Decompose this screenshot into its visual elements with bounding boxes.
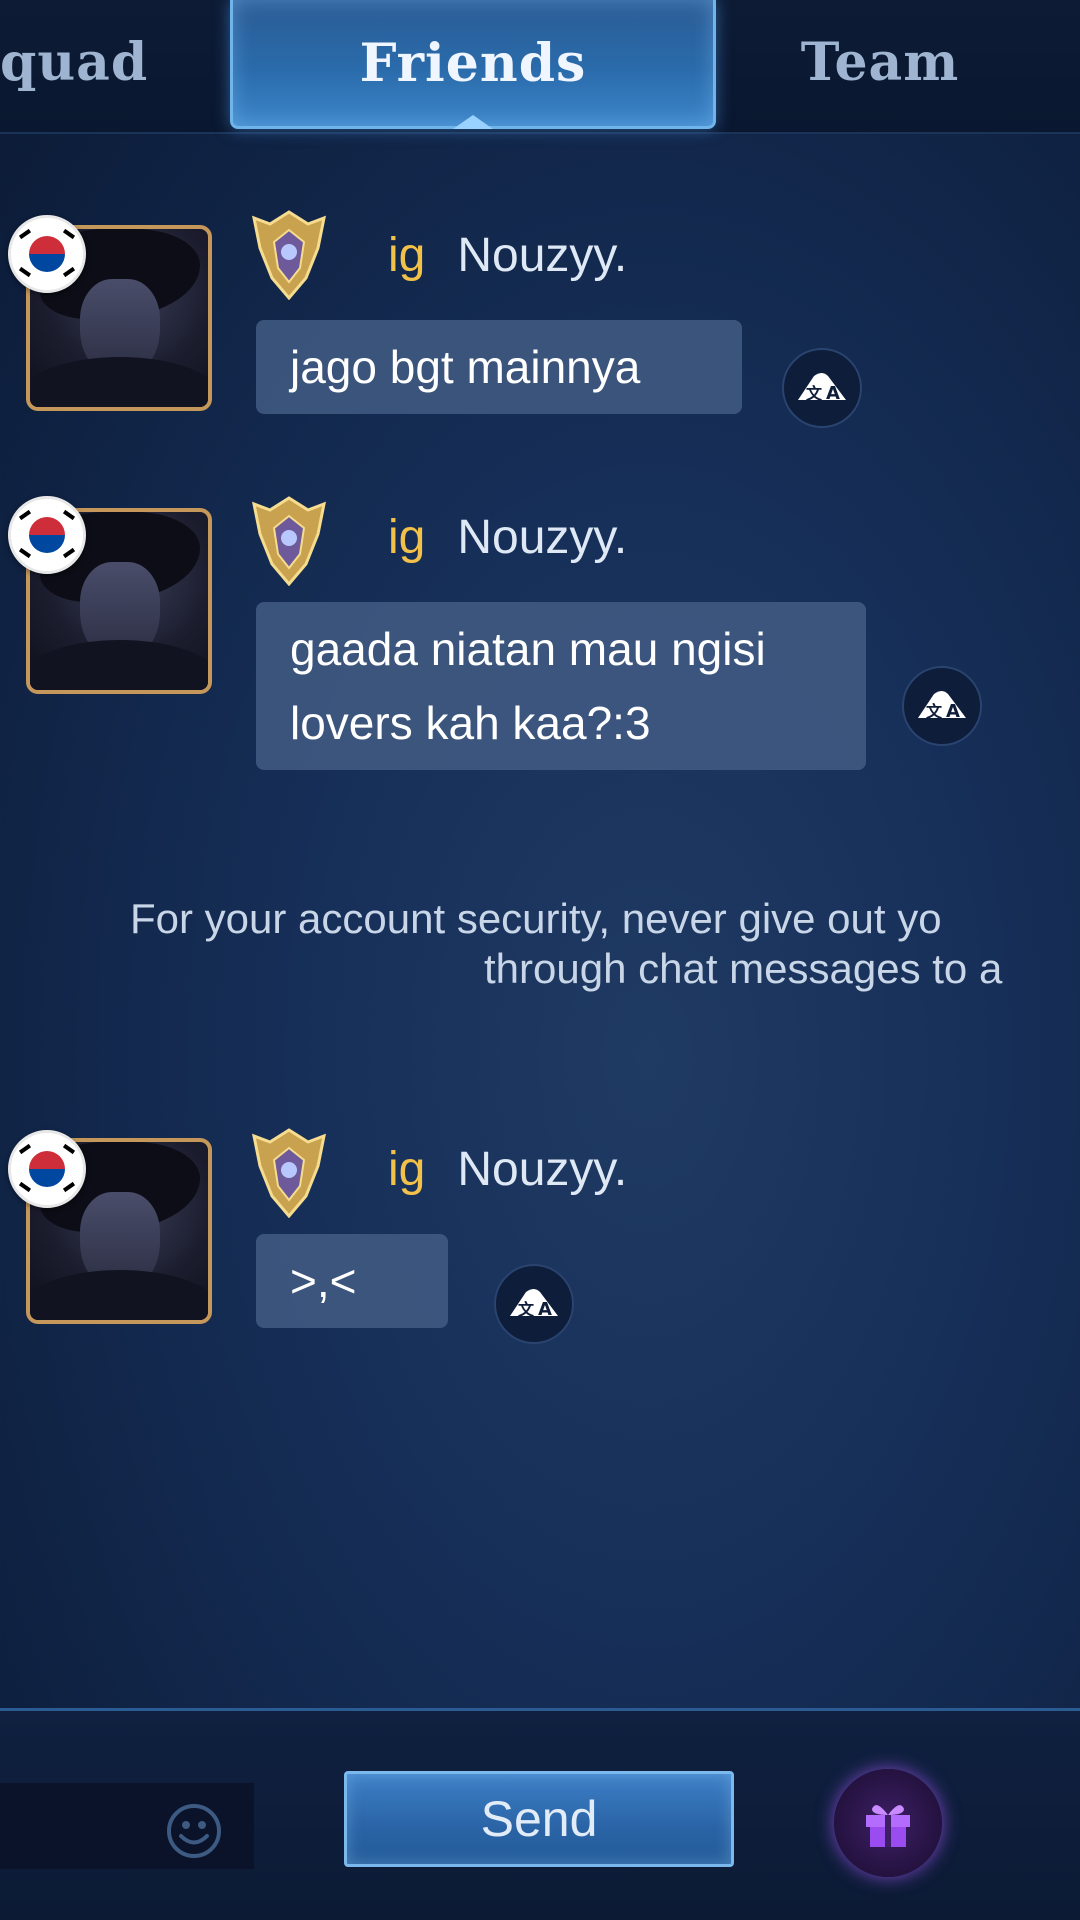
svg-text:文: 文 xyxy=(518,1300,535,1319)
message-text-line: lovers kah kaa?:3 xyxy=(290,697,651,749)
south-korea-flag-icon xyxy=(8,1130,86,1208)
message-bubble: jago bgt mainnya xyxy=(256,320,742,414)
svg-text:文: 文 xyxy=(926,702,943,721)
sender-name[interactable]: Nouzyy. xyxy=(457,511,627,564)
tab-squad[interactable]: quad xyxy=(0,0,200,124)
svg-text:A: A xyxy=(538,1299,552,1320)
message-bubble: gaada niatan mau ngisi lovers kah kaa?:3 xyxy=(256,602,866,770)
svg-text:A: A xyxy=(826,383,840,404)
message-text: jago bgt mainnya xyxy=(290,341,641,393)
translate-icon: 文 A xyxy=(798,373,846,404)
sender-prefix: ig xyxy=(388,511,426,564)
tab-bar: quad Friends Team xyxy=(0,0,1080,134)
svg-text:文: 文 xyxy=(806,384,823,403)
chat-message: ig Nouzyy. gaada niatan mau ngisi lovers … xyxy=(0,490,1080,780)
tab-friends-label: Friends xyxy=(359,32,587,94)
security-notice-line: For your account security, never give ou… xyxy=(130,895,942,942)
sender-name[interactable]: Nouzyy. xyxy=(457,1143,627,1196)
mythic-rank-emblem-icon xyxy=(251,210,327,300)
sender-name-row: ig Nouzyy. xyxy=(388,228,627,283)
message-text: >,< xyxy=(290,1255,357,1307)
mythic-rank-emblem-icon xyxy=(251,1128,327,1218)
message-bubble: >,< xyxy=(256,1234,448,1328)
chat-message: ig Nouzyy. jago bgt mainnya 文 A xyxy=(0,210,1080,440)
gift-button[interactable] xyxy=(834,1769,942,1877)
chat-message: ig Nouzyy. >,< 文 A xyxy=(0,1120,1080,1350)
mythic-rank-emblem-icon xyxy=(251,496,327,586)
security-notice-line: through chat messages to a xyxy=(484,945,1003,992)
south-korea-flag-icon xyxy=(8,215,86,293)
security-notice: For your account security, never give ou… xyxy=(130,894,1080,994)
svg-text:A: A xyxy=(946,701,960,722)
sender-prefix: ig xyxy=(388,229,426,282)
gift-icon xyxy=(866,1805,910,1847)
tab-friends[interactable]: Friends xyxy=(230,0,716,129)
sender-name-row: ig Nouzyy. xyxy=(388,510,627,565)
message-text-line: gaada niatan mau ngisi xyxy=(290,623,766,675)
south-korea-flag-icon xyxy=(8,496,86,574)
translate-button[interactable]: 文 A xyxy=(494,1264,574,1344)
send-button[interactable]: Send xyxy=(344,1771,734,1867)
chat-input-bar: Send xyxy=(0,1708,1080,1920)
sender-prefix: ig xyxy=(388,1143,426,1196)
active-tab-indicator xyxy=(453,115,493,129)
translate-icon: 文 A xyxy=(918,691,966,722)
emoji-icon[interactable] xyxy=(166,1803,222,1859)
translate-button[interactable]: 文 A xyxy=(902,666,982,746)
sender-name[interactable]: Nouzyy. xyxy=(457,229,627,282)
tab-team[interactable]: Team xyxy=(760,0,1000,124)
translate-button[interactable]: 文 A xyxy=(782,348,862,428)
sender-name-row: ig Nouzyy. xyxy=(388,1142,627,1197)
translate-icon: 文 A xyxy=(510,1289,558,1320)
